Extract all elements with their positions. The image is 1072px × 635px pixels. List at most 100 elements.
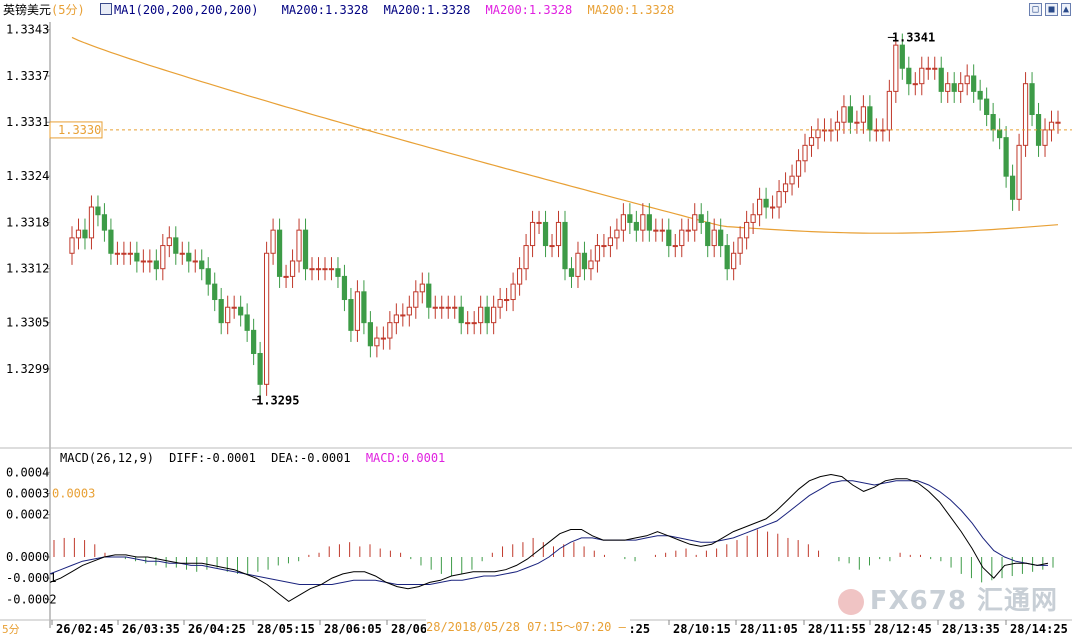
candle-body — [393, 314, 399, 324]
candle-body — [179, 252, 185, 255]
candle-body — [173, 237, 179, 254]
candle-body — [354, 291, 361, 331]
candle-body — [231, 306, 237, 309]
candle-body — [698, 214, 704, 223]
candle-body — [101, 214, 108, 231]
candle-body — [601, 245, 607, 248]
candle-body — [568, 268, 575, 277]
candle-body — [893, 44, 899, 92]
candle-body — [711, 229, 717, 247]
macd-tick-label: 0.0002 — [6, 508, 49, 522]
candle-body — [95, 206, 101, 216]
candle-body — [452, 306, 458, 309]
candle-body — [153, 260, 159, 270]
candle-body — [529, 221, 536, 247]
x-tick-label: 28/12:45 — [874, 622, 932, 635]
macd-level-tag: 0.0003 — [52, 487, 95, 501]
candle-body — [984, 98, 990, 116]
candle-body — [718, 229, 724, 247]
candle-body — [802, 144, 808, 162]
candle-body — [516, 268, 523, 285]
price-tick-label: 1.3312 — [6, 262, 49, 276]
candle-body — [1009, 175, 1016, 200]
dea-line — [49, 480, 1048, 585]
candle-body — [121, 252, 127, 255]
price-tick-label: 1.3299 — [6, 362, 49, 376]
candle-body — [504, 299, 510, 302]
candle-body — [724, 245, 730, 270]
candle-body — [289, 260, 296, 277]
x-tick-label: 28/11:05 — [740, 622, 798, 635]
candle-body — [367, 322, 374, 347]
candle-body — [886, 90, 892, 131]
watermark-logo-icon — [837, 588, 864, 615]
candle-body — [666, 229, 672, 247]
candle-body — [685, 229, 691, 232]
candle-body — [82, 229, 88, 239]
candle-body — [860, 106, 867, 123]
candle-body — [756, 198, 763, 216]
candle-body — [958, 83, 964, 92]
candle-body — [445, 306, 451, 309]
candle-body — [536, 221, 542, 224]
candle-body — [932, 67, 938, 70]
macd-tick-label: -0.0002 — [6, 592, 57, 606]
candle-body — [426, 283, 432, 308]
candle-body — [497, 299, 503, 308]
candle-body — [776, 191, 782, 208]
candle-body — [491, 306, 497, 324]
candle-body — [744, 221, 750, 239]
candle-body — [867, 106, 873, 131]
x-tick-label: 26/02:45 — [56, 622, 114, 635]
x-tick-label: 26/04:25 — [188, 622, 246, 635]
candle-body — [199, 260, 205, 270]
candle-body — [1042, 129, 1048, 146]
candle-body — [795, 160, 802, 177]
candle-body — [251, 329, 257, 354]
candle-body — [108, 229, 114, 254]
candle-body — [1048, 121, 1055, 131]
candle-body — [270, 229, 276, 254]
chart-canvas[interactable]: 1.3330 1.3341 1.3295 1.3343 1.3337 1.3331 1.… — [0, 0, 1072, 635]
macd-tick-label: 0.0000 — [6, 550, 49, 564]
candle-body — [140, 260, 146, 263]
candle-body — [627, 214, 633, 223]
candle-body — [692, 214, 698, 231]
candle-body — [1003, 137, 1009, 177]
x-tick-label: 28/13:35 — [942, 622, 1000, 635]
candle-body — [912, 83, 918, 86]
low-label: 1.3295 — [256, 394, 299, 408]
candle-body — [328, 268, 335, 271]
candle-body — [1055, 121, 1061, 124]
x-tick-label: 26/03:35 — [122, 622, 180, 635]
chart-window: 英镑美元(5分) MA1(200,200,200,200) MA200:1.33… — [0, 0, 1072, 635]
price-tick-label: 1.3343 — [6, 23, 49, 37]
ma200-line — [71, 36, 1059, 234]
candle-body — [69, 237, 75, 254]
candle-body — [1029, 83, 1035, 116]
price-tick-label: 1.3305 — [6, 316, 49, 330]
candle-body — [646, 214, 652, 231]
candle-body — [581, 252, 588, 270]
price-tick-label: 1.3337 — [6, 69, 49, 83]
candle-body — [296, 229, 302, 262]
candle-body — [1016, 144, 1022, 200]
candle-body — [672, 245, 678, 248]
candle-body — [361, 291, 367, 324]
period-corner: 5分 — [2, 623, 20, 635]
candle-body — [990, 114, 996, 131]
price-tick-label: 1.3324 — [6, 169, 49, 183]
candle-body — [938, 67, 944, 92]
price-tick-label: 1.3331 — [6, 115, 49, 129]
candle-body — [160, 245, 166, 270]
candle-body — [750, 214, 756, 223]
candle-body — [815, 129, 821, 139]
candle-body — [542, 221, 549, 247]
candle-body — [679, 229, 685, 247]
candle-body — [134, 252, 140, 262]
candle-body — [186, 252, 192, 262]
candle-body — [971, 75, 977, 92]
candle-body — [854, 121, 860, 124]
candle-body — [205, 268, 211, 285]
candle-body — [607, 237, 614, 247]
